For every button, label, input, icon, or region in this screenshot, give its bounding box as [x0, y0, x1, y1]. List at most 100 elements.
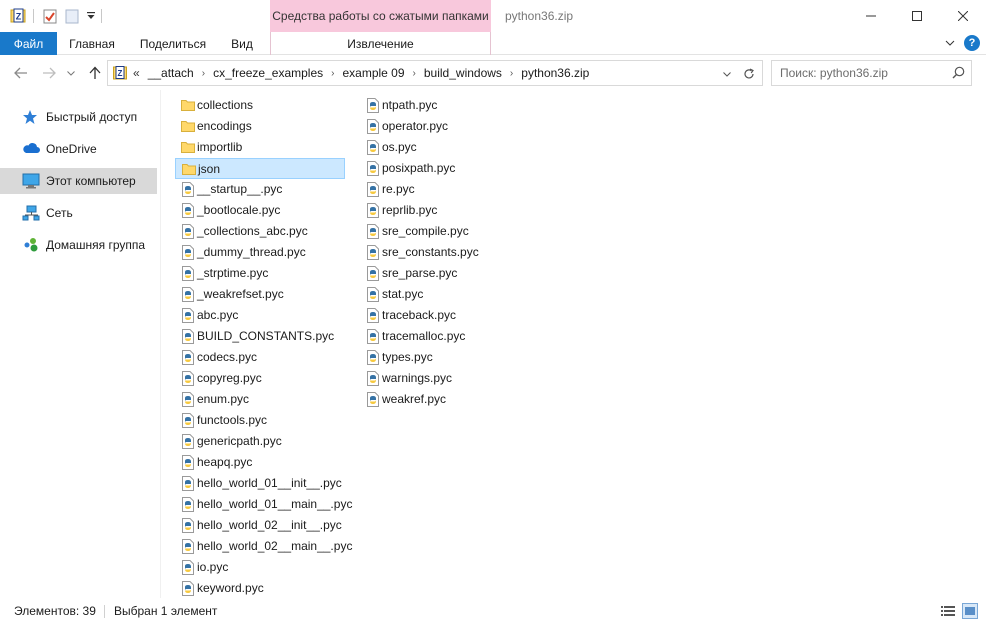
file-item[interactable]: tracemalloc.pyc [360, 326, 530, 347]
search-box[interactable] [771, 60, 972, 86]
toolbar-separator [101, 9, 102, 23]
tab-home[interactable]: Главная [62, 32, 122, 55]
file-item[interactable]: BUILD_CONSTANTS.pyc [175, 326, 345, 347]
chevron-right-icon[interactable]: › [331, 68, 334, 79]
file-item[interactable]: os.pyc [360, 137, 530, 158]
back-button[interactable] [10, 64, 32, 82]
file-item[interactable]: keyword.pyc [175, 578, 345, 598]
python-file-icon [181, 329, 195, 344]
breadcrumb-item[interactable]: build_windows [424, 66, 502, 80]
breadcrumb-item[interactable]: __attach [148, 66, 194, 80]
python-file-icon [366, 266, 380, 281]
breadcrumb-item[interactable]: example 09 [342, 66, 404, 80]
folder-item[interactable]: collections [175, 95, 345, 116]
sidebar-item-homegroup[interactable]: Домашняя группа [0, 232, 157, 258]
recent-locations-chevron-icon[interactable] [64, 64, 78, 82]
file-name: importlib [197, 140, 243, 154]
details-view-icon[interactable] [940, 603, 956, 619]
file-item[interactable]: _collections_abc.pyc [175, 221, 345, 242]
file-item[interactable]: ntpath.pyc [360, 95, 530, 116]
file-item[interactable]: weakref.pyc [360, 389, 530, 410]
folder-icon [181, 140, 195, 155]
address-bar[interactable]: Z « __attach › cx_freeze_examples › exam… [107, 60, 763, 86]
breadcrumb-item[interactable]: python36.zip [521, 66, 589, 80]
file-item[interactable]: io.pyc [175, 557, 345, 578]
file-item[interactable]: functools.pyc [175, 410, 345, 431]
sidebar-item-onedrive[interactable]: OneDrive [0, 136, 157, 162]
file-item[interactable]: re.pyc [360, 179, 530, 200]
python-file-icon [181, 245, 195, 260]
file-item[interactable]: enum.pyc [175, 389, 345, 410]
address-dropdown-icon[interactable] [720, 67, 734, 81]
navigation-bar: Z « __attach › cx_freeze_examples › exam… [0, 56, 986, 89]
forward-button[interactable] [38, 64, 60, 82]
file-item[interactable]: _weakrefset.pyc [175, 284, 345, 305]
chevron-down-icon[interactable] [940, 35, 960, 51]
chevron-right-icon[interactable]: › [413, 68, 416, 79]
python-file-icon [366, 119, 380, 134]
breadcrumb-overflow[interactable]: « [133, 66, 140, 80]
computer-icon [22, 173, 40, 189]
file-item[interactable]: traceback.pyc [360, 305, 530, 326]
file-item[interactable]: genericpath.pyc [175, 431, 345, 452]
tab-extract[interactable]: Извлечение [270, 32, 491, 55]
folder-item[interactable]: importlib [175, 137, 345, 158]
file-item[interactable]: hello_world_01__main__.pyc [175, 494, 352, 515]
file-item[interactable]: hello_world_02__init__.pyc [175, 515, 345, 536]
file-item[interactable]: sre_constants.pyc [360, 242, 530, 263]
file-item[interactable]: codecs.pyc [175, 347, 345, 368]
tab-file[interactable]: Файл [0, 32, 57, 55]
sidebar-item-network[interactable]: Сеть [0, 200, 157, 226]
chevron-right-icon[interactable]: › [510, 68, 513, 79]
file-item[interactable]: types.pyc [360, 347, 530, 368]
file-name: sre_parse.pyc [382, 266, 458, 280]
file-item[interactable]: __startup__.pyc [175, 179, 345, 200]
close-button[interactable] [940, 0, 986, 32]
file-item[interactable]: _strptime.pyc [175, 263, 345, 284]
file-item[interactable]: heapq.pyc [175, 452, 345, 473]
sidebar-item-label: Этот компьютер [46, 174, 136, 188]
maximize-button[interactable] [894, 0, 940, 32]
file-item[interactable]: abc.pyc [175, 305, 345, 326]
status-selected-count: Выбран 1 элемент [114, 604, 218, 618]
file-item[interactable]: stat.pyc [360, 284, 530, 305]
quick-access-dropdown-icon[interactable] [84, 6, 98, 26]
properties-icon[interactable] [40, 6, 60, 26]
file-name: _strptime.pyc [197, 266, 269, 280]
folder-item[interactable]: encodings [175, 116, 345, 137]
chevron-right-icon[interactable]: › [202, 68, 205, 79]
file-item[interactable]: _dummy_thread.pyc [175, 242, 345, 263]
refresh-icon[interactable] [740, 65, 758, 83]
file-name: _collections_abc.pyc [197, 224, 308, 238]
breadcrumb-item[interactable]: cx_freeze_examples [213, 66, 323, 80]
file-item[interactable]: warnings.pyc [360, 368, 530, 389]
file-name: io.pyc [197, 560, 229, 574]
file-item[interactable]: operator.pyc [360, 116, 530, 137]
tab-share[interactable]: Поделиться [134, 32, 212, 55]
up-button[interactable] [84, 64, 106, 82]
search-input[interactable] [780, 66, 950, 80]
file-name: BUILD_CONSTANTS.pyc [197, 329, 335, 343]
file-item[interactable]: _bootlocale.pyc [175, 200, 345, 221]
file-item[interactable]: sre_parse.pyc [360, 263, 530, 284]
search-icon[interactable] [952, 66, 965, 82]
new-folder-icon[interactable] [62, 6, 82, 26]
help-icon[interactable]: ? [964, 35, 980, 51]
file-item[interactable]: sre_compile.pyc [360, 221, 530, 242]
minimize-button[interactable] [848, 0, 894, 32]
file-item[interactable]: hello_world_01__init__.pyc [175, 473, 345, 494]
file-item[interactable]: reprlib.pyc [360, 200, 530, 221]
large-icons-view-icon[interactable] [962, 603, 978, 619]
file-item[interactable]: hello_world_02__main__.pyc [175, 536, 352, 557]
file-name: _dummy_thread.pyc [197, 245, 306, 259]
toolbar-separator [33, 9, 34, 23]
file-name: sre_compile.pyc [382, 224, 469, 238]
zip-folder-icon[interactable]: Z [8, 6, 28, 26]
sidebar-item-quick-access[interactable]: Быстрый доступ [0, 104, 157, 130]
folder-item[interactable]: json [175, 158, 345, 179]
file-item[interactable]: copyreg.pyc [175, 368, 345, 389]
python-file-icon [181, 224, 195, 239]
sidebar-item-this-pc[interactable]: Этот компьютер [0, 168, 157, 194]
file-item[interactable]: posixpath.pyc [360, 158, 530, 179]
tab-view[interactable]: Вид [222, 32, 262, 55]
